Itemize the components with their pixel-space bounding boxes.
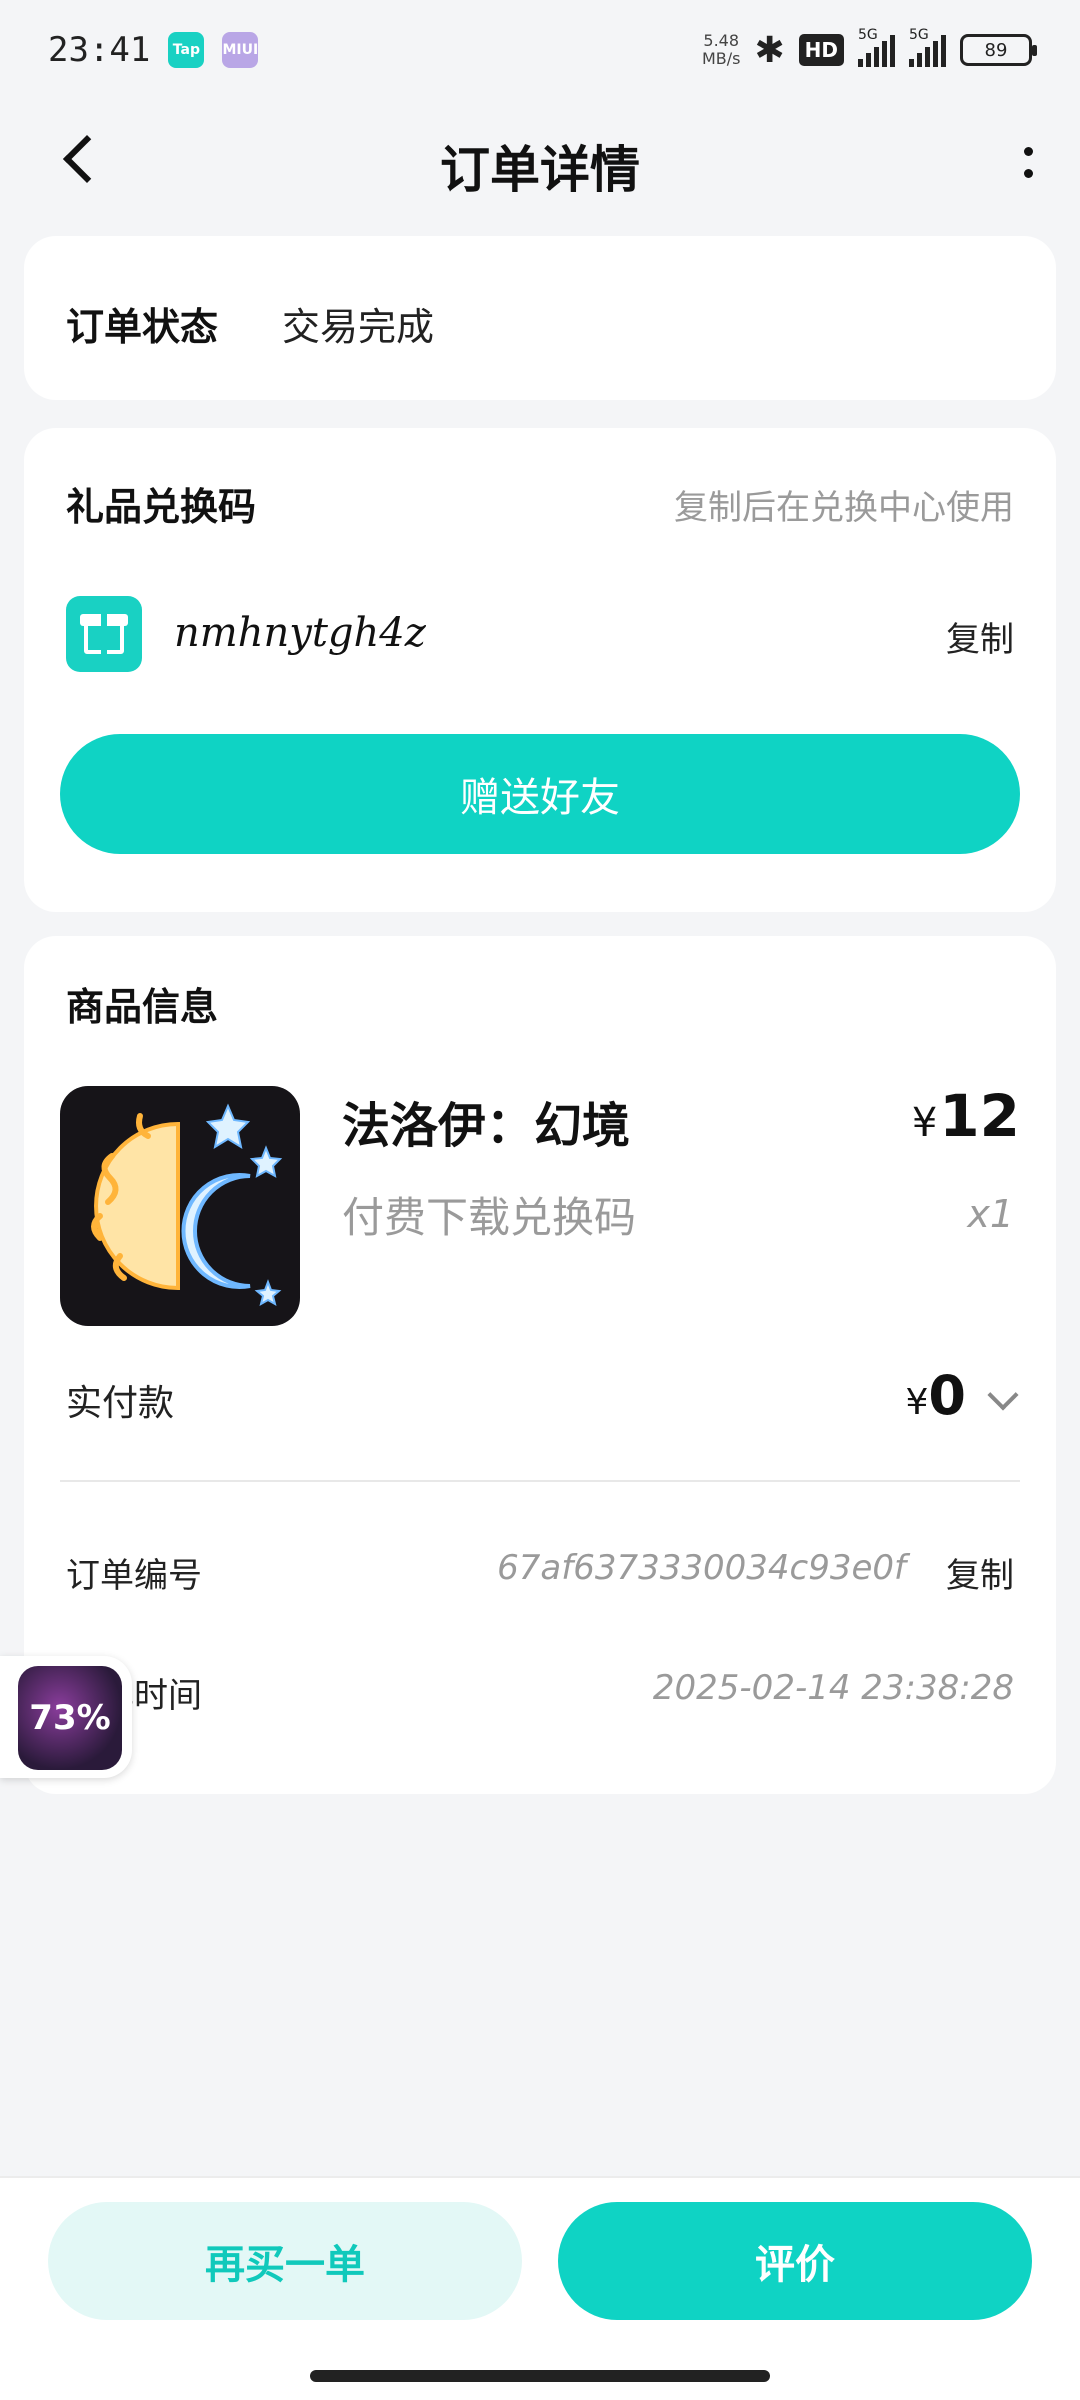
send-to-friend-button[interactable]: 赠送好友 (60, 734, 1020, 854)
order-time: 2025-02-14 23:38:28 (652, 1668, 1014, 1708)
gift-code-title: 礼品兑换码 (66, 485, 257, 529)
miui-notification-icon: MIUI (222, 32, 259, 68)
paid-amount-label: 实付款 (66, 1383, 175, 1424)
status-time: 23:41 (48, 30, 151, 70)
taptap-notification-icon: Tap (168, 32, 205, 68)
hd-voice-icon: HD (798, 34, 844, 66)
battery-icon: 89 (960, 34, 1037, 66)
status-bar: 23:41 Tap MIUI 5.48 MB/s ✱ HD 5G 5G 89 (0, 0, 1080, 100)
buy-again-button[interactable]: 再买一单 (48, 2202, 522, 2320)
nav-header: 订单详情 (0, 100, 1080, 220)
product-info-title: 商品信息 (66, 985, 219, 1029)
home-indicator[interactable] (310, 2370, 770, 2382)
paid-value: 0 (928, 1364, 966, 1427)
order-number: 67af6373330034c93e0f (497, 1548, 906, 1588)
product-quantity: x1 (967, 1192, 1014, 1236)
product-price: ¥12 (912, 1082, 1020, 1150)
paid-amount[interactable]: ¥0 (906, 1364, 966, 1427)
gift-code-hint: 复制后在兑换中心使用 (674, 488, 1014, 528)
floating-progress: 73% (18, 1666, 122, 1770)
network-speed-value: 5.48 (703, 31, 740, 50)
product-thumbnail[interactable] (60, 1086, 300, 1326)
bluetooth-icon: ✱ (754, 29, 785, 71)
more-options-icon[interactable] (1016, 140, 1040, 184)
gift-code-value: nmhnytgh4z (174, 610, 426, 656)
gift-code-card: 礼品兑换码 复制后在兑换中心使用 nmhnytgh4z 复制 赠送好友 (24, 428, 1056, 912)
product-description: 付费下载兑换码 (342, 1193, 637, 1242)
battery-level: 89 (984, 39, 1008, 61)
price-currency: ¥ (911, 1100, 938, 1146)
page-title: 订单详情 (440, 141, 640, 199)
gift-icon (66, 596, 142, 672)
product-name: 法洛伊：幻境 (342, 1098, 631, 1154)
sun-moon-icon (91, 1103, 283, 1307)
paid-currency: ¥ (905, 1382, 929, 1423)
review-button[interactable]: 评价 (558, 2202, 1032, 2320)
divider (60, 1480, 1020, 1482)
copy-order-number-button[interactable]: 复制 (946, 1548, 1014, 1597)
network-speed: 5.48 MB/s (702, 32, 741, 68)
signal-1-label: 5G (858, 27, 878, 43)
copy-gift-code-button[interactable]: 复制 (946, 612, 1014, 661)
product-info-card: 商品信息 法洛伊：幻境 付费下载兑换码 ¥12 x1 实付款 ¥0 订单编号 6… (24, 936, 1056, 1794)
order-status-label: 订单状态 (66, 305, 219, 349)
network-speed-unit: MB/s (701, 49, 741, 68)
bottom-action-bar: 再买一单 评价 (0, 2176, 1080, 2400)
signal-2-label: 5G (909, 27, 929, 43)
signal-2-icon: 5G (909, 27, 946, 67)
order-status-card: 订单状态 交易完成 (24, 236, 1056, 400)
price-value: 12 (939, 1082, 1020, 1150)
chevron-down-icon[interactable] (987, 1379, 1019, 1411)
floating-widget[interactable]: 73% (0, 1656, 132, 1778)
order-status-value: 交易完成 (282, 305, 435, 349)
signal-1-icon: 5G (858, 27, 895, 67)
order-number-label: 订单编号 (66, 1556, 202, 1596)
